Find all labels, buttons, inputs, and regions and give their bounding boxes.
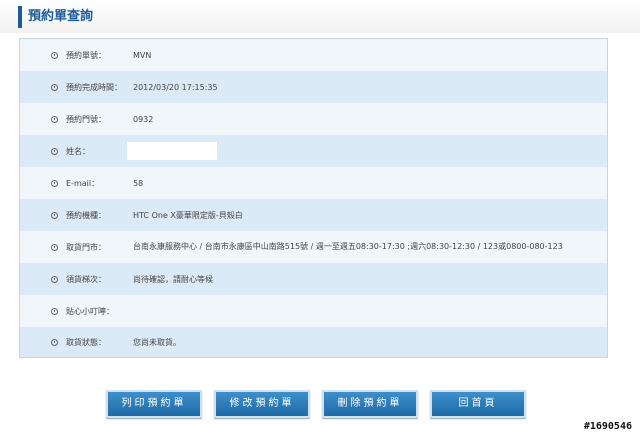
info-icon bbox=[51, 115, 58, 123]
info-icon bbox=[51, 211, 58, 219]
field-value: 0932 bbox=[133, 114, 154, 124]
field-row-name: 姓名： bbox=[20, 135, 607, 167]
info-icon bbox=[51, 179, 58, 187]
field-label: 預約完成時間： bbox=[66, 82, 122, 92]
info-icon bbox=[51, 147, 58, 155]
field-value: 尚待確認，請耐心等候 bbox=[133, 274, 213, 284]
home-button[interactable]: 回首頁 bbox=[430, 390, 526, 418]
edit-reservation-button[interactable]: 修改預約單 bbox=[214, 390, 310, 418]
field-value: 台南永康服務中心 / 台南市永康區中山南路515號 / 週一至週五08:30-1… bbox=[133, 242, 563, 251]
page-header: 預約單查詢 bbox=[0, 0, 640, 33]
print-reservation-button[interactable]: 列印預約單 bbox=[106, 390, 202, 418]
reservation-details-panel: 預約單號： MVN 預約完成時間： 2012/03/20 17:15:35 預約… bbox=[19, 38, 608, 358]
title-accent-bar bbox=[18, 6, 22, 28]
delete-reservation-button[interactable]: 刪除預約單 bbox=[322, 390, 418, 418]
field-label: 預約單號： bbox=[66, 50, 106, 60]
field-row-reminder: 貼心小叮嚀： bbox=[20, 295, 607, 327]
field-row-email: E-mail： 58 bbox=[20, 167, 607, 199]
field-label: 領貨梯次： bbox=[66, 274, 106, 284]
field-value: 2012/03/20 17:15:35 bbox=[133, 82, 218, 92]
field-value: MVN bbox=[133, 50, 152, 60]
info-icon bbox=[51, 243, 58, 251]
field-row-phone-number: 預約門號： 0932 bbox=[20, 103, 607, 135]
field-row-pickup-batch: 領貨梯次： 尚待確認，請耐心等候 bbox=[20, 263, 607, 295]
field-value: 58 bbox=[133, 178, 144, 188]
field-label: 取貨門市： bbox=[66, 242, 106, 252]
field-row-device-model: 預約機種： HTC One X豪華限定版-貝殼白 bbox=[20, 199, 607, 231]
name-redacted-box bbox=[127, 142, 217, 160]
info-icon bbox=[51, 307, 58, 315]
field-label: 取貨狀態： bbox=[66, 337, 106, 347]
field-row-pickup-status: 取貨狀態： 您尚未取貨。 bbox=[20, 327, 607, 357]
field-label: 預約門號： bbox=[66, 114, 106, 124]
field-row-pickup-store: 取貨門市： 台南永康服務中心 / 台南市永康區中山南路515號 / 週一至週五0… bbox=[20, 231, 607, 263]
field-row-completion-time: 預約完成時間： 2012/03/20 17:15:35 bbox=[20, 71, 607, 103]
field-label: E-mail： bbox=[66, 178, 100, 188]
field-row-order-number: 預約單號： MVN bbox=[20, 39, 607, 71]
field-label: 姓名： bbox=[66, 146, 90, 156]
field-label: 貼心小叮嚀： bbox=[66, 306, 114, 316]
info-icon bbox=[51, 338, 58, 346]
info-icon bbox=[51, 51, 58, 59]
page-title: 預約單查詢 bbox=[28, 9, 94, 24]
watermark: #1690546 bbox=[583, 421, 632, 432]
field-value: 您尚未取貨。 bbox=[133, 337, 181, 347]
info-icon bbox=[51, 83, 58, 91]
info-icon bbox=[51, 275, 58, 283]
field-value: HTC One X豪華限定版-貝殼白 bbox=[133, 210, 243, 220]
field-label: 預約機種： bbox=[66, 210, 106, 220]
